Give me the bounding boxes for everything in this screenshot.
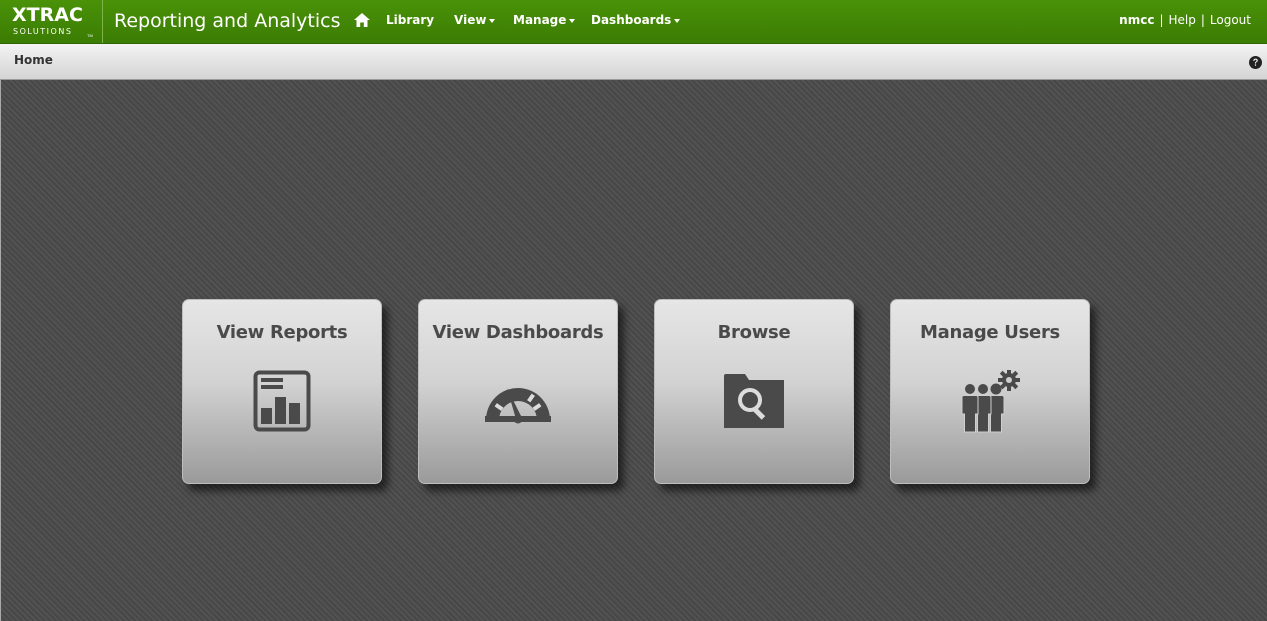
nav-manage-label: Manage [513, 13, 567, 27]
nav-view-label: View [454, 13, 487, 27]
question-circle-icon[interactable] [1249, 56, 1262, 69]
top-navigation-bar: XTRAC SOLUTIONS TM Reporting and Analyti… [0, 0, 1267, 44]
breadcrumb-bar: Home [0, 44, 1267, 80]
separator: | [1200, 13, 1205, 27]
nav-library-label: Library [386, 13, 435, 27]
users-gear-icon [961, 370, 1020, 433]
separator: | [1159, 13, 1164, 27]
view-dashboards-tile[interactable]: View Dashboards [418, 299, 618, 484]
nav-dashboards-dropdown[interactable]: Dashboards [591, 12, 681, 28]
view-reports-tile[interactable]: View Reports [182, 299, 382, 484]
report-chart-icon [253, 370, 311, 432]
tile-title: View Reports [216, 322, 348, 343]
username[interactable]: nmcc [1119, 13, 1154, 27]
tile-title: Browse [717, 322, 791, 343]
caret-down-icon [674, 18, 681, 23]
caret-down-icon [489, 18, 496, 23]
logo-subtitle: SOLUTIONS [13, 27, 73, 36]
xtrac-logo[interactable]: XTRAC SOLUTIONS TM [0, 0, 103, 43]
home-icon[interactable] [354, 13, 370, 27]
nav-view-dropdown[interactable]: View [454, 12, 496, 28]
manage-users-tile[interactable]: Manage Users [890, 299, 1090, 484]
gauge-icon [485, 388, 551, 424]
browse-tile[interactable]: Browse [654, 299, 854, 484]
logo-trademark: TM [87, 33, 93, 38]
home-dashboard-area: View Reports View Dashboards Browse Mana… [0, 80, 1267, 621]
help-link[interactable]: Help [1169, 13, 1196, 27]
tile-title: Manage Users [920, 322, 1060, 343]
logout-link[interactable]: Logout [1210, 13, 1251, 27]
nav-library[interactable]: Library [386, 12, 434, 28]
logo-wordmark: XTRAC [12, 4, 83, 26]
breadcrumb-home[interactable]: Home [14, 53, 53, 67]
app-title: Reporting and Analytics [114, 10, 341, 32]
user-menu: nmcc | Help | Logout [1119, 12, 1251, 28]
tile-title: View Dashboards [432, 322, 604, 343]
caret-down-icon [569, 18, 576, 23]
folder-search-icon [724, 374, 784, 428]
nav-manage-dropdown[interactable]: Manage [513, 12, 576, 28]
nav-dashboards-label: Dashboards [591, 13, 672, 27]
